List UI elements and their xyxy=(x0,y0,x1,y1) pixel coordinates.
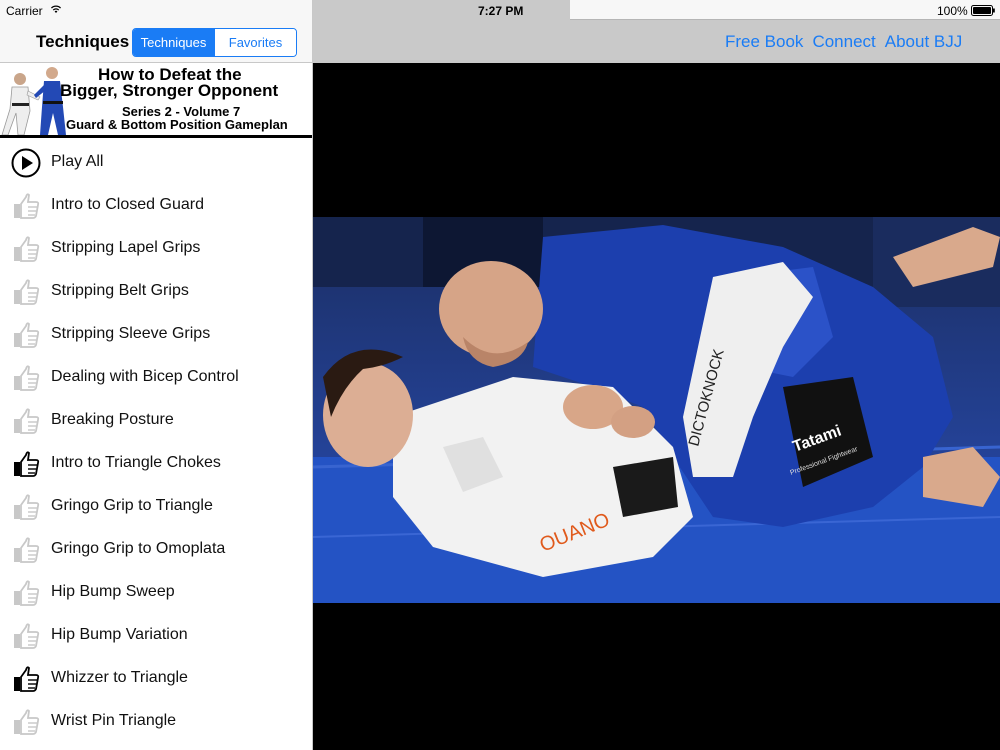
thumbs-up-icon[interactable] xyxy=(11,320,41,350)
video-frame[interactable]: DICTOKNOCK Tatami Professional Fightwear… xyxy=(313,217,1000,603)
list-item-label: Intro to Triangle Chokes xyxy=(51,454,221,471)
list-item-label: Gringo Grip to Triangle xyxy=(51,497,213,514)
clock: 7:27 PM xyxy=(478,4,524,18)
play-icon xyxy=(11,148,41,178)
list-item-label: Hip Bump Variation xyxy=(51,626,188,643)
list-item-label: Play All xyxy=(51,153,104,170)
play-all-row[interactable]: Play All xyxy=(0,141,312,184)
video-player[interactable]: DICTOKNOCK Tatami Professional Fightwear… xyxy=(313,63,1000,750)
video-still-image: DICTOKNOCK Tatami Professional Fightwear… xyxy=(313,217,1000,603)
list-item-label: Whizzer to Triangle xyxy=(51,669,188,686)
sidebar-header: Carrier Techniques Techniques Favorites xyxy=(0,0,312,63)
list-item[interactable]: Intro to Triangle Chokes xyxy=(0,442,312,485)
header-links: Free Book Connect About BJJ xyxy=(725,32,962,52)
thumbs-up-icon[interactable] xyxy=(11,363,41,393)
connect-link[interactable]: Connect xyxy=(812,32,875,52)
list-item-label: Stripping Lapel Grips xyxy=(51,239,201,256)
battery-percent: 100% xyxy=(937,4,968,18)
technique-sidebar: Carrier Techniques Techniques Favorites xyxy=(0,0,313,750)
wifi-icon xyxy=(51,5,61,13)
status-bar-strip xyxy=(570,0,1000,20)
tab-techniques[interactable]: Techniques xyxy=(133,29,214,56)
list-item[interactable]: Hip Bump Sweep xyxy=(0,571,312,614)
thumbs-up-icon[interactable] xyxy=(11,578,41,608)
about-bjj-link[interactable]: About BJJ xyxy=(885,32,963,52)
list-item[interactable]: Stripping Sleeve Grips xyxy=(0,313,312,356)
volume-banner: How to Defeat the Bigger, Stronger Oppon… xyxy=(0,63,312,138)
list-item-label: Hip Bump Sweep xyxy=(51,583,175,600)
thumbs-up-icon[interactable] xyxy=(11,664,41,694)
banner-subtitle: Guard & Bottom Position Gameplan xyxy=(66,117,288,132)
list-item[interactable]: Whizzer to Triangle xyxy=(0,657,312,700)
thumbs-up-icon[interactable] xyxy=(11,277,41,307)
technique-list: Play All Intro to Closed Guard Stripping L… xyxy=(0,141,312,743)
list-item[interactable]: Stripping Belt Grips xyxy=(0,270,312,313)
list-item[interactable]: Hip Bump Variation xyxy=(0,614,312,657)
page-title: Techniques xyxy=(36,32,130,51)
thumbs-up-icon[interactable] xyxy=(11,535,41,565)
thumbs-up-icon[interactable] xyxy=(11,191,41,221)
thumbs-up-icon[interactable] xyxy=(11,621,41,651)
list-item[interactable]: Breaking Posture xyxy=(0,399,312,442)
list-item[interactable]: Dealing with Bicep Control xyxy=(0,356,312,399)
list-item-label: Breaking Posture xyxy=(51,411,174,428)
list-item-label: Stripping Sleeve Grips xyxy=(51,325,211,342)
tab-favorites[interactable]: Favorites xyxy=(214,29,296,56)
thumbs-up-icon[interactable] xyxy=(11,234,41,264)
thumbs-up-icon[interactable] xyxy=(11,707,41,737)
list-item[interactable]: Gringo Grip to Triangle xyxy=(0,485,312,528)
list-item[interactable]: Intro to Closed Guard xyxy=(0,184,312,227)
thumbs-up-icon[interactable] xyxy=(11,492,41,522)
free-book-link[interactable]: Free Book xyxy=(725,32,803,52)
list-item[interactable]: Gringo Grip to Omoplata xyxy=(0,528,312,571)
list-item-label: Gringo Grip to Omoplata xyxy=(51,540,226,557)
banner-title-line-2: Bigger, Stronger Opponent xyxy=(60,81,279,100)
list-item[interactable]: Wrist Pin Triangle xyxy=(0,700,312,743)
thumbs-up-icon[interactable] xyxy=(11,406,41,436)
detail-header: 7:27 PM 100% Free Book Connect About BJJ xyxy=(313,0,1000,63)
list-item-label: Intro to Closed Guard xyxy=(51,196,204,213)
list-item-label: Wrist Pin Triangle xyxy=(51,712,177,729)
list-item[interactable]: Stripping Lapel Grips xyxy=(0,227,312,270)
thumbs-up-icon[interactable] xyxy=(11,449,41,479)
segmented-control: Techniques Favorites xyxy=(132,28,297,57)
list-item-label: Stripping Belt Grips xyxy=(51,282,189,299)
app-window: Carrier Techniques Techniques Favorites xyxy=(0,0,1000,750)
battery-icon xyxy=(971,5,995,16)
list-item-label: Dealing with Bicep Control xyxy=(51,368,239,385)
carrier-label: Carrier xyxy=(6,4,43,18)
